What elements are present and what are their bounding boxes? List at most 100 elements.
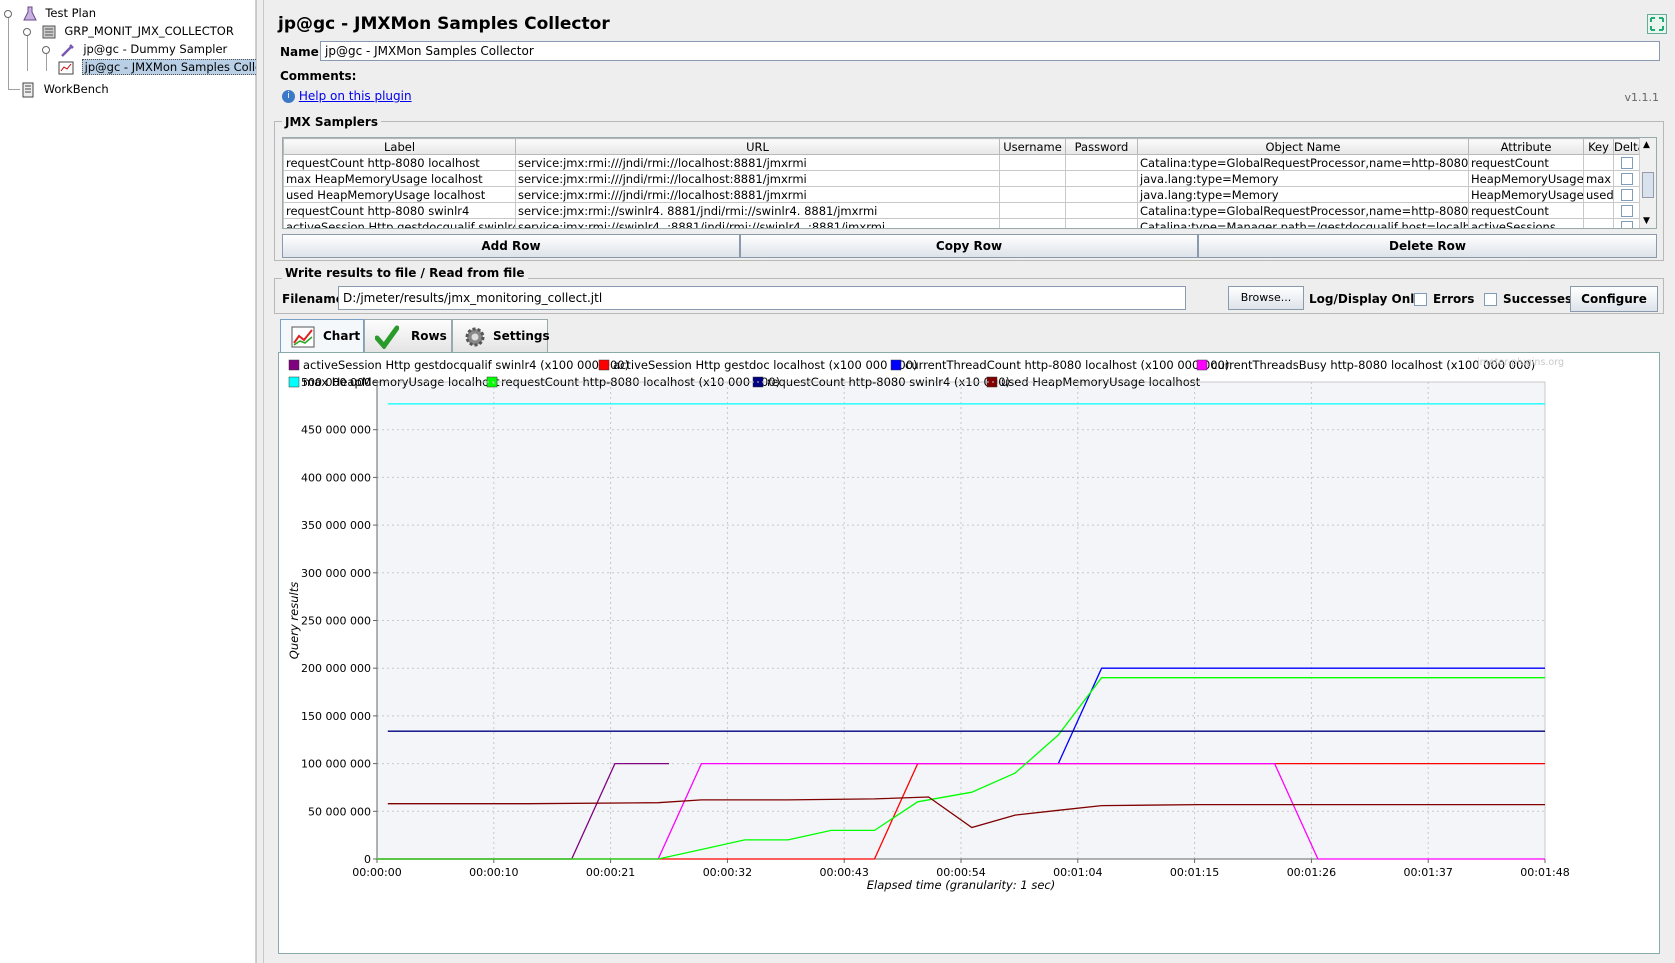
cell-pass[interactable] [1065, 218, 1138, 228]
panel-splitter[interactable] [256, 0, 264, 963]
tab-rows[interactable]: Rows [364, 319, 452, 353]
cell-object[interactable]: Catalina:type=Manager,path=/gestdocquali… [1137, 218, 1469, 228]
cell-url[interactable]: service:jmx:rmi:///jndi/rmi://localhost:… [515, 186, 1000, 203]
cell-user[interactable] [999, 170, 1066, 187]
column-header-attribute[interactable]: Attribute [1468, 138, 1584, 155]
column-header-username[interactable]: Username [999, 138, 1066, 155]
tree-item-dummy-sampler[interactable]: jp@gc - Dummy Sampler [42, 40, 227, 58]
table-row[interactable]: requestCount http-8080 swinlr4 service:jm… [283, 202, 1641, 219]
cell-key[interactable] [1583, 218, 1614, 228]
table-row[interactable]: activeSession Http gestdocqualif swinlr4… [283, 218, 1641, 228]
cell-attr[interactable]: activeSessions [1468, 218, 1584, 228]
add-row-button[interactable]: Add Row [282, 234, 740, 258]
cell-label[interactable]: max HeapMemoryUsage localhost [283, 170, 516, 187]
comments-input[interactable] [352, 65, 1660, 85]
cell-url[interactable]: service:jmx:rmi://swinlr4. :8881/jndi/rm… [515, 218, 1000, 228]
tree-item-jmxmon-collector[interactable]: jp@gc - JMXMon Samples Collector [58, 58, 288, 76]
tab-settings[interactable]: Settings [452, 319, 550, 353]
cell-user[interactable] [999, 218, 1066, 228]
tree-item-label: jp@gc - Dummy Sampler [83, 42, 228, 56]
cell-object[interactable]: java.lang:type=Memory [1137, 170, 1469, 187]
chart-icon [291, 326, 315, 348]
cell-label[interactable]: used HeapMemoryUsage localhost [283, 186, 516, 203]
successes-checkbox[interactable]: Successes [1484, 292, 1572, 306]
browse-button[interactable]: Browse... [1228, 286, 1304, 310]
cell-pass[interactable] [1065, 154, 1138, 171]
cell-label[interactable]: requestCount http-8080 swinlr4 [283, 202, 516, 219]
table-row[interactable]: requestCount http-8080 localhost service:… [283, 154, 1641, 171]
cell-pass[interactable] [1065, 202, 1138, 219]
tab-chart[interactable]: Chart [280, 319, 364, 353]
cell-attr[interactable]: HeapMemoryUsage [1468, 186, 1584, 203]
tree-item-workbench[interactable]: WorkBench [20, 80, 109, 98]
column-header-url[interactable]: URL [515, 138, 1000, 155]
delta-checkbox[interactable] [1621, 221, 1633, 228]
cell-delta[interactable] [1613, 154, 1641, 171]
column-header-delta[interactable]: Delta [1613, 138, 1645, 155]
cell-object[interactable]: Catalina:type=GlobalRequestProcessor,nam… [1137, 154, 1469, 171]
help-link[interactable]: Help on this plugin [299, 89, 412, 103]
legend-swatch [890, 359, 902, 371]
cell-user[interactable] [999, 186, 1066, 203]
successes-checkbox-box[interactable] [1484, 293, 1497, 306]
cell-delta[interactable] [1613, 170, 1641, 187]
y-tick-label: 400 000 000 [301, 471, 371, 484]
cell-attr[interactable]: requestCount [1468, 202, 1584, 219]
table-scrollbar[interactable]: ▲ ▼ [1639, 138, 1656, 228]
scroll-up-icon[interactable]: ▲ [1643, 140, 1650, 150]
legend-entry: activeSession Http gestdoc localhost (x1… [613, 358, 918, 372]
cell-label[interactable]: activeSession Http gestdocqualif swinlr4 [283, 218, 516, 228]
test-plan-tree[interactable]: Test Plan GRP_MONIT_JMX_COLLECTOR jp@gc … [0, 0, 288, 963]
cell-pass[interactable] [1065, 170, 1138, 187]
tree-item-test-plan[interactable]: Test Plan [4, 4, 96, 22]
name-input[interactable]: jp@gc - JMXMon Samples Collector [320, 41, 1660, 61]
cell-delta[interactable] [1613, 218, 1641, 228]
column-header-key[interactable]: Key [1583, 138, 1614, 155]
delete-row-button[interactable]: Delete Row [1198, 234, 1657, 258]
info-icon: i [282, 90, 295, 103]
cell-url[interactable]: service:jmx:rmi://swinlr4. 8881/jndi/rmi… [515, 202, 1000, 219]
x-axis-label: Elapsed time (granularity: 1 sec) [867, 878, 1055, 892]
table-row[interactable]: max HeapMemoryUsage localhost service:jmx… [283, 170, 1641, 187]
cell-key[interactable] [1583, 154, 1614, 171]
cell-attr[interactable]: HeapMemoryUsage [1468, 170, 1584, 187]
column-header-object-name[interactable]: Object Name [1137, 138, 1469, 155]
tab-rows-label: Rows [411, 329, 447, 343]
cell-label[interactable]: requestCount http-8080 localhost [283, 154, 516, 171]
cell-delta[interactable] [1613, 202, 1641, 219]
cell-key[interactable] [1583, 202, 1614, 219]
cell-attr[interactable]: requestCount [1468, 154, 1584, 171]
delta-checkbox[interactable] [1621, 189, 1633, 201]
name-label: Name: [280, 45, 324, 59]
scroll-down-icon[interactable]: ▼ [1643, 216, 1650, 226]
cell-url[interactable]: service:jmx:rmi:///jndi/rmi://localhost:… [515, 170, 1000, 187]
cell-pass[interactable] [1065, 186, 1138, 203]
chart-panel[interactable]: activeSession Http gestdocqualif swinlr4… [278, 352, 1660, 954]
y-tick-label: 450 000 000 [301, 424, 371, 437]
cell-delta[interactable] [1613, 186, 1641, 203]
tree-item-thread-group[interactable]: GRP_MONIT_JMX_COLLECTOR [23, 22, 234, 40]
table-row[interactable]: used HeapMemoryUsage localhost service:jm… [283, 186, 1641, 203]
column-header-label[interactable]: Label [283, 138, 516, 155]
filename-input[interactable]: D:/jmeter/results/jmx_monitoring_collect… [338, 286, 1186, 310]
delta-checkbox[interactable] [1621, 156, 1633, 169]
copy-row-button[interactable]: Copy Row [740, 234, 1198, 258]
beaker-icon [22, 6, 37, 20]
scroll-thumb[interactable] [1642, 172, 1654, 198]
cell-object[interactable]: java.lang:type=Memory [1137, 186, 1469, 203]
cell-url[interactable]: service:jmx:rmi:///jndi/rmi://localhost:… [515, 154, 1000, 171]
cell-key[interactable]: max [1583, 170, 1614, 187]
cell-user[interactable] [999, 154, 1066, 171]
maximize-icon[interactable] [1647, 14, 1667, 34]
legend-entry: activeSession Http gestdocqualif swinlr4… [303, 358, 629, 372]
delta-checkbox[interactable] [1621, 205, 1633, 217]
errors-checkbox[interactable]: Errors [1414, 292, 1474, 306]
delta-checkbox[interactable] [1621, 173, 1633, 185]
column-header-password[interactable]: Password [1065, 138, 1138, 155]
configure-button[interactable]: Configure [1570, 286, 1658, 312]
cell-key[interactable]: used [1583, 186, 1614, 203]
jmx-samplers-table[interactable]: Label URL Username Password Object Name … [282, 137, 1657, 229]
cell-user[interactable] [999, 202, 1066, 219]
cell-object[interactable]: Catalina:type=GlobalRequestProcessor,nam… [1137, 202, 1469, 219]
errors-checkbox-box[interactable] [1414, 293, 1427, 306]
